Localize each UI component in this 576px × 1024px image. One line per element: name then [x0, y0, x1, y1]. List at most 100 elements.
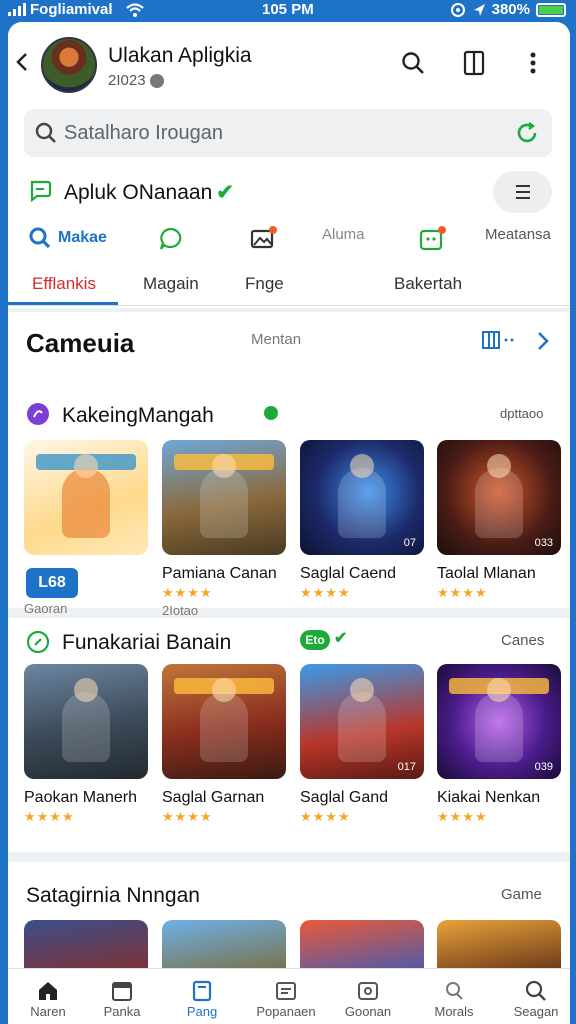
game-name: Pamiana Canan	[162, 565, 277, 582]
app-avatar[interactable]	[41, 37, 97, 93]
game-thumbnail	[162, 664, 286, 779]
section-title: Satagirnia Nnngan	[26, 884, 200, 907]
game-name: Saglal Gand	[300, 789, 389, 806]
nav-home[interactable]: Naren	[8, 969, 88, 1024]
price-badge[interactable]: L68	[26, 568, 78, 598]
action-chat[interactable]	[158, 226, 184, 252]
search-icon	[525, 980, 546, 1001]
game-name: Paokan Manerh	[24, 789, 137, 806]
section-satagirnia: Satagirnia Nnngan Game	[8, 862, 570, 980]
game-sub: Gaoran	[24, 601, 68, 616]
game-name: Kiakai Nenkan	[437, 789, 541, 806]
profile-icon	[446, 982, 463, 1000]
nav-label: Panka	[103, 1004, 141, 1019]
nav-pang[interactable]: Pang	[162, 969, 242, 1024]
action-aluma[interactable]: Aluma	[322, 226, 365, 243]
calendar-icon	[112, 982, 132, 1001]
tab-bar: Efflankis Magain Fnge Bakertah	[8, 268, 570, 306]
tab-magain[interactable]: Magain	[143, 274, 199, 294]
action-search[interactable]: Makae	[28, 226, 107, 250]
chevron-left-icon	[16, 53, 27, 71]
category-badge-icon	[27, 403, 49, 425]
section-more-label[interactable]: Mentan	[251, 331, 301, 348]
location-icon	[473, 3, 485, 16]
game-thumbnail: 017	[300, 664, 424, 779]
action-meatansa[interactable]: Meatansa	[485, 226, 551, 243]
notification-dot	[269, 226, 277, 234]
info-icon	[149, 73, 164, 88]
section-more-label[interactable]: Canes	[501, 632, 544, 649]
brand-row: Apluk ONanaan ✔	[8, 167, 570, 217]
game-thumbnail: 07	[300, 440, 424, 555]
section-more-label[interactable]: Game	[501, 886, 542, 903]
game-card[interactable]: 039 Kiakai Nenkan ★★★★	[437, 664, 561, 825]
game-character	[475, 678, 523, 762]
nav-popanaen[interactable]: Popanaen	[246, 969, 326, 1024]
game-name: Saglal Caend	[300, 565, 397, 582]
back-button[interactable]	[14, 50, 32, 74]
action-store[interactable]	[418, 226, 446, 252]
verified-icon: ✔	[334, 630, 348, 647]
nav-morals[interactable]: Morals	[414, 969, 494, 1024]
game-card[interactable]: Saglal Garnan ★★★★	[162, 664, 286, 825]
compass-icon	[26, 630, 50, 654]
tab-efflankis[interactable]: Efflankis	[32, 274, 96, 294]
nav-label: Popanaen	[256, 1004, 316, 1019]
tab-fnge[interactable]: Fnge	[245, 274, 284, 294]
game-thumbnail: 033	[437, 440, 561, 555]
search-icon	[35, 122, 56, 143]
action-search-label: Makae	[58, 229, 107, 246]
notification-dot	[438, 226, 446, 234]
section-badge: Eto	[300, 630, 330, 650]
game-name: Saglal Garnan	[162, 789, 265, 806]
carrier-name: Fogliamival	[30, 1, 113, 18]
game-card[interactable]: Pamiana Canan ★★★★ 2Iotao	[162, 440, 286, 618]
section-funakariai: Funakariai Banain Eto ✔ Canes Paokan Man…	[8, 618, 570, 852]
rating-stars: ★★★★	[300, 809, 351, 824]
brand-title: Apluk ONanaan ✔	[64, 180, 234, 205]
search-icon	[29, 227, 51, 249]
status-bar: Fogliamival 105 PM 380%	[0, 0, 576, 22]
game-thumbnail	[24, 664, 148, 779]
chat-bubble-icon	[30, 180, 52, 203]
header-search-button[interactable]	[398, 48, 428, 78]
game-character	[62, 678, 110, 762]
subsection-more[interactable]: dpttaoo	[500, 406, 543, 421]
nav-label: Goonan	[344, 1004, 392, 1019]
header-share-button[interactable]	[459, 48, 489, 78]
battery-icon	[536, 2, 566, 17]
rating-stars: ★★★★	[437, 585, 488, 600]
section-title: Cameuia	[26, 328, 135, 358]
lock-rotation-icon	[450, 2, 465, 17]
section-cameuia: Cameuia Mentan KakeingMangah dpttaoo Gao…	[8, 312, 570, 618]
header-more-button[interactable]	[518, 48, 548, 78]
rating-stars: ★★★★	[162, 809, 213, 824]
game-thumb-label: 017	[397, 761, 416, 773]
grid-view-icon[interactable]	[482, 330, 520, 350]
game-card[interactable]: 033 Taolal Mlanan ★★★★	[437, 440, 561, 601]
game-name: Taolal Mlanan	[437, 565, 536, 582]
nav-label: Morals	[434, 1004, 474, 1019]
list-menu-icon	[515, 185, 530, 199]
battery-percent: 380%	[491, 1, 530, 18]
nav-seagan[interactable]: Seagan	[496, 969, 570, 1024]
refresh-icon[interactable]	[514, 120, 540, 146]
nav-goonan[interactable]: Goonan	[328, 969, 408, 1024]
game-sub: 2Iotao	[162, 603, 199, 618]
action-image[interactable]	[249, 226, 277, 252]
signal-icon	[8, 3, 26, 16]
online-indicator-icon	[264, 406, 278, 420]
game-card[interactable]: 017 Saglal Gand ★★★★	[300, 664, 424, 825]
action-meatansa-label: Meatansa	[485, 226, 551, 243]
game-card[interactable]: Paokan Manerh ★★★★	[24, 664, 148, 825]
action-row: Makae Aluma Meatansa	[8, 222, 570, 258]
tab-bakertah[interactable]: Bakertah	[394, 274, 462, 294]
menu-button[interactable]	[493, 171, 552, 213]
game-character	[338, 454, 386, 538]
nav-panka[interactable]: Panka	[82, 969, 162, 1024]
chevron-right-icon[interactable]	[536, 330, 550, 352]
game-thumbnail	[162, 440, 286, 555]
search-bar[interactable]: Satalharo Irougan	[24, 109, 552, 157]
game-thumbnail	[24, 440, 148, 555]
game-card[interactable]: 07 Saglal Caend ★★★★	[300, 440, 424, 601]
